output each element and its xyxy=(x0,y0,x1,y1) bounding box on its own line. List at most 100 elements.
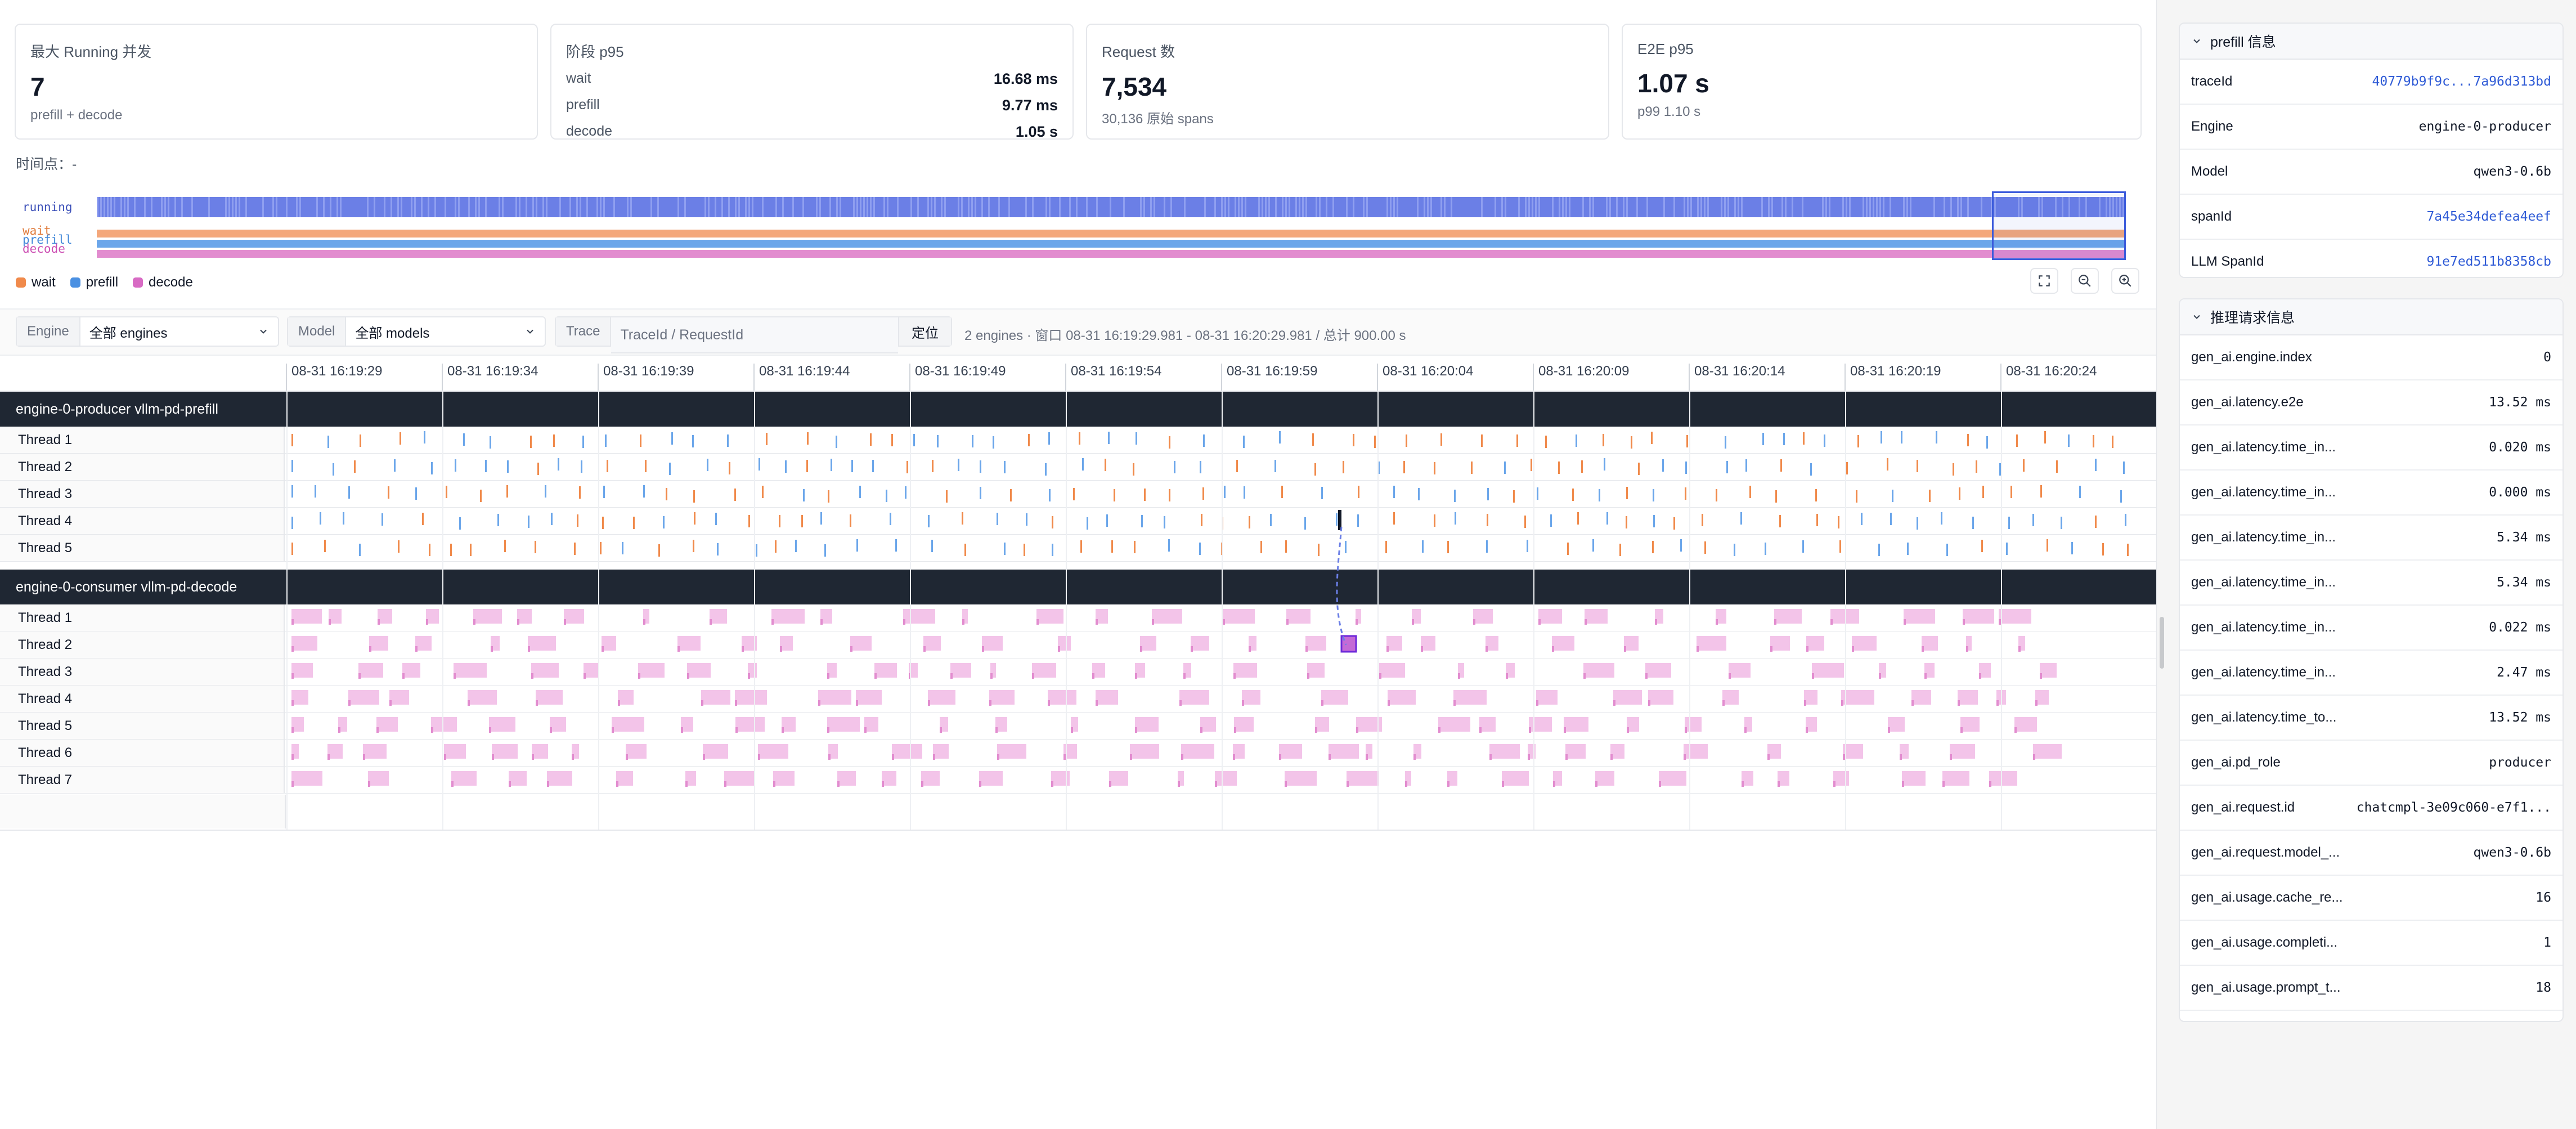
info-value-link[interactable]: 40779b9f9c...7a96d313bd xyxy=(2372,74,2552,89)
running-bar-stripe xyxy=(1738,197,1739,217)
prefill-info-header[interactable]: prefill 信息 xyxy=(2180,24,2562,60)
running-bar-stripe xyxy=(336,197,338,217)
request-info-row: gen_ai.latency.time_in... 0.000 ms xyxy=(2180,471,2562,516)
legend-item-wait: wait xyxy=(16,275,56,290)
info-value: 0.022 ms xyxy=(2489,620,2551,635)
axis-tick-label: 08-31 16:19:39 xyxy=(598,364,694,391)
panel-title: prefill 信息 xyxy=(2210,34,2276,50)
info-key: gen_ai.latency.e2e xyxy=(2191,395,2304,410)
model-filter[interactable]: Model 全部 models xyxy=(287,316,546,347)
detail-sidebar: prefill 信息 traceId 40779b9f9c...7a96d313b… xyxy=(2170,0,2576,1129)
running-bar-stripe xyxy=(927,197,929,217)
legend-swatch xyxy=(133,277,143,288)
info-key: gen_ai.usage.prompt_t... xyxy=(2191,980,2341,995)
engine-filter[interactable]: Engine 全部 engines xyxy=(16,316,279,347)
running-bar-stripe xyxy=(1390,197,1392,217)
info-value-link[interactable]: 7a45e34defea4eef xyxy=(2426,209,2551,224)
running-bar-stripe xyxy=(208,197,210,217)
prefill-info-row: Model qwen3-0.6b xyxy=(2180,150,2562,195)
running-bar-stripe xyxy=(286,197,288,217)
running-bar-stripe xyxy=(704,197,706,217)
running-bar-stripe xyxy=(1289,197,1290,217)
card-value: 7 xyxy=(30,72,45,101)
overview-minimap[interactable]: running wait prefill decode xyxy=(0,186,2156,307)
running-bar-stripe xyxy=(1397,197,1398,217)
legend-swatch xyxy=(70,277,80,288)
engine-select[interactable]: 全部 engines xyxy=(80,317,278,346)
running-bar-stripe xyxy=(1319,197,1321,217)
running-bar-stripe xyxy=(1802,197,1803,217)
legend-swatch xyxy=(16,277,26,288)
running-bar-stripe xyxy=(164,197,166,217)
trace-filter[interactable]: Trace TraceId / RequestId 定位 xyxy=(555,316,952,353)
axis-tick-label: 08-31 16:20:04 xyxy=(1377,364,1473,391)
running-bar-stripe xyxy=(1582,197,1584,217)
info-key: gen_ai.usage.completi... xyxy=(2191,935,2338,950)
zoom-out-icon xyxy=(2079,275,2091,287)
timepoint-label: 时间点：- xyxy=(16,156,77,172)
running-bar-stripe xyxy=(1876,197,1878,217)
overview-selection-window[interactable] xyxy=(1992,191,2126,260)
scrollbar-thumb[interactable] xyxy=(2160,617,2164,669)
thread-label: Thread 1 xyxy=(0,427,285,453)
running-bar-stripe xyxy=(104,197,105,217)
running-bar-stripe xyxy=(144,197,146,217)
trace-input[interactable]: TraceId / RequestId xyxy=(611,317,898,353)
info-key: gen_ai.latency.time_in... xyxy=(2191,530,2336,545)
running-bar-stripe xyxy=(860,197,861,217)
zoom-in-button[interactable] xyxy=(2111,268,2139,294)
thread-label: Thread 4 xyxy=(0,686,285,712)
card-title: 最大 Running 并发 xyxy=(30,43,152,60)
running-bar-stripe xyxy=(1241,197,1243,217)
running-bar-stripe xyxy=(775,197,777,217)
info-key: gen_ai.latency.time_in... xyxy=(2191,575,2336,590)
running-bar-stripe xyxy=(100,197,102,217)
running-bar-stripe xyxy=(715,197,716,217)
axis-tick-label: 08-31 16:19:59 xyxy=(1221,364,1317,391)
running-bar-stripe xyxy=(728,197,730,217)
overview-legend: wait prefill decode xyxy=(16,275,193,290)
running-bar-stripe xyxy=(870,197,872,217)
running-bar-stripe xyxy=(411,197,412,217)
overview-label-running: running xyxy=(23,200,73,214)
filter-bar: Engine 全部 engines Model 全部 models Trace … xyxy=(0,308,2156,356)
running-bar-stripe xyxy=(1569,197,1570,217)
phase-value: 9.77 ms xyxy=(1002,97,1058,114)
running-bar-stripe xyxy=(181,197,183,217)
running-bar-stripe xyxy=(958,197,959,217)
running-bar-stripe xyxy=(1532,197,1533,217)
running-bar-stripe xyxy=(559,197,561,217)
time-axis: 08-31 16:19:29 08-31 16:19:34 08-31 16:19:… xyxy=(0,356,2156,392)
running-bar-stripe xyxy=(1609,197,1611,217)
card-title: 阶段 p95 xyxy=(566,43,624,60)
zoom-out-button[interactable] xyxy=(2071,268,2099,294)
axis-tick-label: 08-31 16:20:09 xyxy=(1533,364,1629,391)
running-bar-stripe xyxy=(1501,197,1503,217)
running-bar-stripe xyxy=(897,197,899,217)
info-value-link[interactable]: 91e7ed511b8358cb xyxy=(2426,254,2551,269)
running-bar-stripe xyxy=(421,197,423,217)
running-bar-stripe xyxy=(1316,197,1317,217)
running-bar-stripe xyxy=(1559,197,1560,217)
running-bar-stripe xyxy=(1960,197,1962,217)
running-bar-stripe xyxy=(975,197,976,217)
info-key: Engine xyxy=(2191,119,2233,134)
info-key: gen_ai.usage.cache_re... xyxy=(2191,890,2343,905)
phase-row-wait: wait 16.68 ms xyxy=(566,70,1058,88)
model-select[interactable]: 全部 models xyxy=(346,317,545,346)
card-requests: Request 数 7,534 30,136 原始 spans xyxy=(1086,24,1609,140)
row-label-empty xyxy=(0,795,286,828)
running-bar-stripe xyxy=(1866,197,1868,217)
running-bar-stripe xyxy=(225,197,227,217)
running-bar-stripe xyxy=(1771,197,1773,217)
running-bar-stripe xyxy=(1032,197,1034,217)
running-bar-stripe xyxy=(1727,197,1729,217)
locate-button[interactable]: 定位 xyxy=(898,317,951,346)
running-bar-stripe xyxy=(873,197,875,217)
running-bar-stripe xyxy=(1417,197,1419,217)
running-bar-stripe xyxy=(1154,197,1155,217)
running-bar-stripe xyxy=(1957,197,1959,217)
running-bar-stripe xyxy=(988,197,990,217)
request-info-header[interactable]: 推理请求信息 xyxy=(2180,299,2562,335)
fullscreen-button[interactable] xyxy=(2030,268,2058,294)
